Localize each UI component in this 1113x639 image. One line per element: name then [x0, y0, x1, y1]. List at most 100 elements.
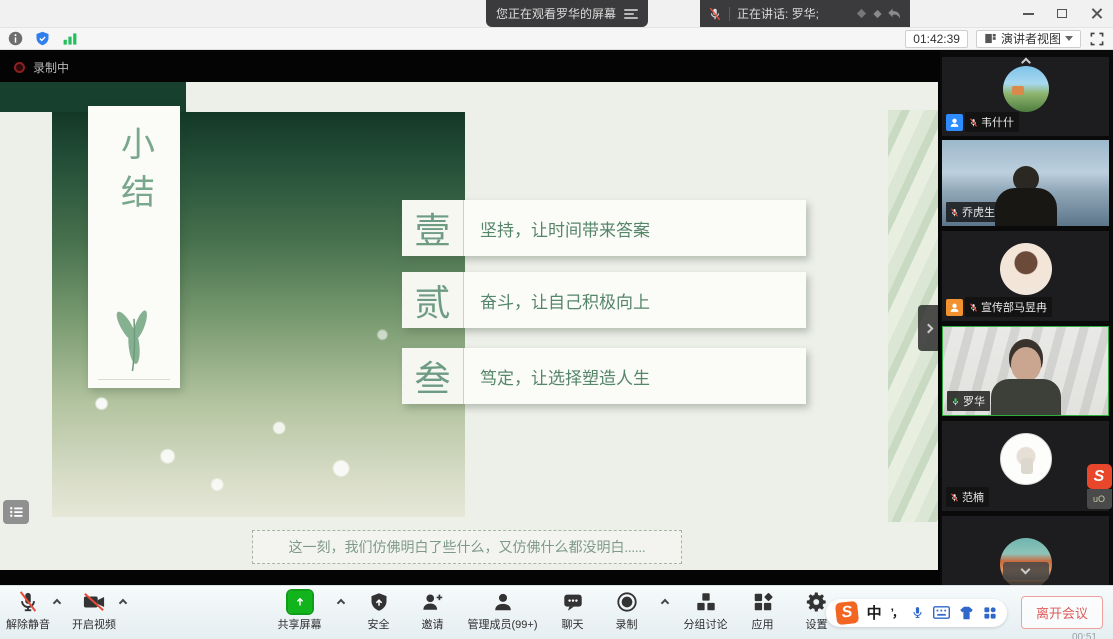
- ime-toolbox-icon[interactable]: [983, 606, 997, 620]
- annotation-list-button[interactable]: [3, 500, 29, 524]
- name-tag: 范楠: [946, 487, 989, 507]
- muted-mic-icon: [950, 492, 959, 503]
- participant-tile-2[interactable]: 乔虎生: [942, 140, 1109, 226]
- window-controls: [1011, 0, 1113, 27]
- ime-skin-icon[interactable]: [959, 606, 974, 620]
- security-button[interactable]: 安全: [360, 591, 398, 632]
- watching-banner: 您正在观看罗华的屏幕: [486, 0, 648, 27]
- security-shield-icon[interactable]: [35, 31, 50, 46]
- point-text: 笃定，让选择塑造人生: [464, 348, 650, 404]
- record-button[interactable]: 录制: [608, 591, 646, 632]
- breakout-rooms-button[interactable]: 分组讨论: [684, 591, 728, 632]
- participant-tile-3[interactable]: 宣传部马昱冉: [942, 231, 1109, 321]
- point-number: 贰: [402, 272, 464, 328]
- pen-tool-icon[interactable]: [855, 7, 868, 20]
- active-mic-icon: [951, 396, 960, 407]
- start-video-button[interactable]: 开启视频: [72, 591, 116, 632]
- slide-footer-text: 这一刻，我们仿佛明白了些什么，又仿佛什么都没明白......: [289, 537, 646, 557]
- recording-dot-icon: [14, 62, 25, 73]
- ime-keyboard-icon[interactable]: [933, 606, 950, 619]
- floating-app-sub: uO: [1087, 489, 1112, 509]
- banner-menu-icon[interactable]: [624, 9, 638, 19]
- ime-mode-toggle[interactable]: 中: [867, 602, 882, 623]
- view-mode-selector[interactable]: 演讲者视图: [976, 30, 1081, 48]
- muted-mic-icon: [708, 7, 722, 21]
- participant-tile-5[interactable]: 范楠: [942, 421, 1109, 511]
- security-icon: [369, 591, 389, 613]
- name-tag: 韦什什: [946, 112, 1019, 132]
- ime-logo-icon[interactable]: S: [835, 600, 859, 624]
- muted-mic-icon: [969, 117, 978, 128]
- point-number: 叁: [402, 348, 464, 404]
- cohost-badge-icon: [946, 299, 963, 316]
- invite-button[interactable]: 邀请: [414, 591, 452, 632]
- taskbar-clock: 00:51: [1072, 632, 1097, 639]
- summary-point-2: 贰 奋斗，让自己积极向上: [402, 272, 806, 328]
- card-divider: [98, 379, 170, 380]
- participant-name: 宣传部马昱冉: [981, 299, 1047, 315]
- meeting-window: 您正在观看罗华的屏幕 正在讲话: 罗华; 01:42:39: [0, 0, 1113, 639]
- meeting-timer: 01:42:39: [905, 30, 968, 48]
- close-button[interactable]: [1079, 0, 1113, 27]
- record-options-chevron[interactable]: [662, 600, 668, 606]
- annotation-tools[interactable]: [855, 7, 902, 20]
- unmute-button[interactable]: 解除静音: [6, 591, 50, 632]
- ime-punctuation-toggle[interactable]: ’，: [891, 604, 902, 621]
- unmute-options-chevron[interactable]: [54, 600, 60, 606]
- fullscreen-icon[interactable]: [1089, 31, 1105, 47]
- layout-icon: [984, 32, 997, 45]
- meeting-info-icon[interactable]: [8, 31, 23, 46]
- participant-name: 韦什什: [981, 114, 1014, 130]
- breakout-icon: [695, 591, 717, 613]
- summary-point-3: 叁 笃定，让选择塑造人生: [402, 348, 806, 404]
- ime-voice-icon[interactable]: [911, 605, 924, 620]
- name-tag: 罗华: [947, 391, 990, 411]
- slide-footer-box: 这一刻，我们仿佛明白了些什么，又仿佛什么都没明白......: [252, 530, 682, 564]
- meeting-info-bar: 01:42:39 演讲者视图: [0, 28, 1113, 50]
- minimize-button[interactable]: [1011, 0, 1045, 27]
- sidebar-collapse-tab[interactable]: [918, 305, 938, 351]
- participant-name: 范楠: [962, 489, 984, 505]
- summary-point-1: 壹 坚持，让时间带来答案: [402, 200, 806, 256]
- floating-app-logo[interactable]: S: [1087, 464, 1112, 489]
- leave-meeting-button[interactable]: 离开会议: [1021, 596, 1103, 629]
- slide-title: 小结: [110, 126, 159, 222]
- network-signal-icon[interactable]: [62, 32, 78, 46]
- floating-app-badge[interactable]: S uO: [1086, 464, 1112, 509]
- camera-off-icon: [82, 591, 106, 613]
- participant-tile-1[interactable]: 韦什什: [942, 57, 1109, 136]
- maximize-button[interactable]: [1045, 0, 1079, 27]
- recording-indicator: 录制中: [14, 59, 69, 76]
- slide-title-card: 小结: [88, 106, 180, 388]
- participant-tile-6[interactable]: [942, 516, 1109, 585]
- video-options-chevron[interactable]: [120, 600, 126, 606]
- title-bar: 您正在观看罗华的屏幕 正在讲话: 罗华;: [0, 0, 1113, 28]
- chat-icon: [562, 591, 584, 613]
- apps-icon: [752, 591, 774, 613]
- share-options-chevron[interactable]: [338, 600, 344, 606]
- muted-mic-icon: [950, 207, 959, 218]
- participant-name: 乔虎生: [962, 204, 995, 220]
- chat-button[interactable]: 聊天: [554, 591, 592, 632]
- chevron-right-icon: [923, 323, 933, 333]
- speaking-banner: 正在讲话: 罗华;: [700, 0, 910, 27]
- point-text: 坚持，让时间带来答案: [464, 200, 650, 256]
- participant-tile-speaker[interactable]: 罗华: [942, 326, 1109, 416]
- avatar: [1000, 243, 1052, 295]
- shared-screen-area: 录制中 小结 壹 坚持，让时间带来答案: [0, 50, 1113, 585]
- share-screen-button[interactable]: 共享屏幕: [278, 591, 322, 632]
- manage-members-button[interactable]: 管理成员(99+): [468, 591, 538, 632]
- collapse-down-control[interactable]: [1003, 562, 1049, 580]
- name-tag: 宣传部马昱冉: [946, 297, 1052, 317]
- invite-icon: [421, 591, 445, 613]
- muted-mic-icon: [17, 591, 39, 613]
- collapse-up-control[interactable]: [1022, 59, 1029, 66]
- avatar: [1000, 433, 1052, 485]
- apps-button[interactable]: 应用: [744, 591, 782, 632]
- avatar: [1003, 66, 1049, 112]
- undo-icon[interactable]: [887, 7, 902, 20]
- shape-tool-icon[interactable]: [871, 7, 884, 20]
- record-icon: [616, 591, 638, 613]
- host-badge-icon: [946, 114, 963, 131]
- leaf-illustration: [111, 302, 157, 374]
